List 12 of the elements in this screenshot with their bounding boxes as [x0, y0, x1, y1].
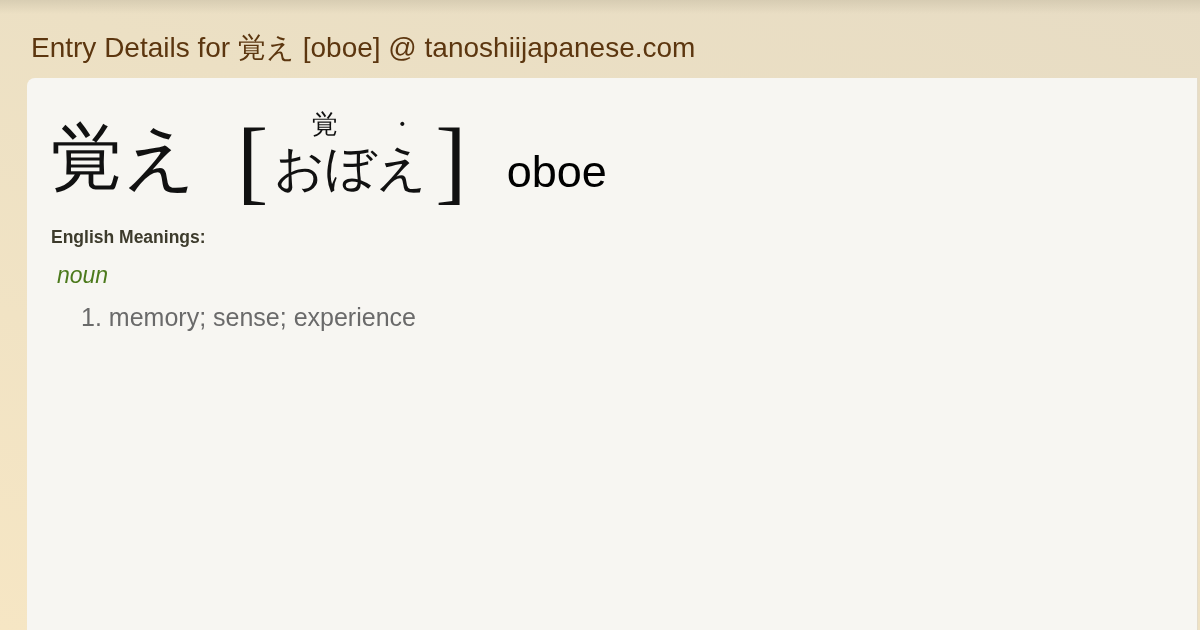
sense-text: memory; sense; experience [108, 303, 416, 332]
headword: 覚え [51, 122, 197, 194]
ruby-text: ・ [388, 110, 415, 140]
page-title: Entry Details for 覚え [oboe] @ tanoshiijapanese.com [31, 31, 696, 65]
reading-bracket: ] [435, 114, 467, 208]
ruby-text: 覚 [312, 110, 339, 140]
kana-reading: おぼ [274, 140, 377, 196]
reading-bracket: [ [237, 114, 269, 208]
romaji-reading: oboe [506, 149, 607, 194]
sense-number: 1. [81, 303, 102, 332]
part-of-speech: noun [57, 262, 109, 289]
meanings-heading: English Meanings: [51, 227, 206, 248]
